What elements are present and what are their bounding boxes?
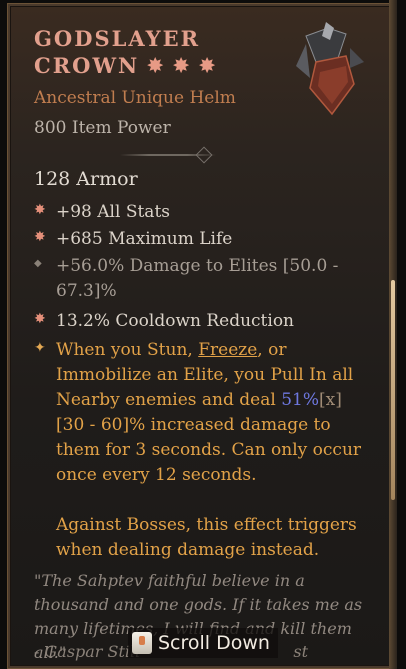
item-name-line2: CROWN: [34, 53, 140, 78]
stat-row: ✸ 13.2% Cooldown Reduction: [34, 309, 294, 334]
item-tooltip: GODSLAYER CROWN ✸ ✸ ✸ Ancestral Unique H…: [8, 4, 392, 668]
divider-diamond-icon: [195, 146, 213, 164]
scroll-down-hint[interactable]: Scroll Down: [128, 628, 278, 658]
mouse-scroll-icon: [132, 632, 152, 654]
item-name-line1: GODSLAYER: [34, 26, 201, 51]
stat-text: +98 All Stats: [56, 202, 171, 222]
unique-value: 51%: [281, 390, 319, 410]
stat-text: 13.2% Cooldown Reduction: [56, 311, 295, 331]
unique-star-bullet-icon: ✸: [34, 202, 46, 218]
item-name-line2-row: CROWN ✸ ✸ ✸: [34, 53, 217, 78]
helm-item-icon: [296, 22, 364, 116]
title-star-icon: ✸: [173, 54, 192, 77]
unique-power-block: ✦ When you Stun, Freeze, or Immobilize a…: [34, 338, 374, 563]
stat-row: ◆ +56.0% Damage to Elites [50.0 - 67.3]%: [34, 254, 344, 304]
item-type-subtitle: Ancestral Unique Helm: [34, 88, 236, 108]
item-power: 800 Item Power: [34, 118, 171, 138]
freeze-keyword-link[interactable]: Freeze: [198, 340, 257, 360]
unique-power-boss-text: Against Bosses, this effect triggers whe…: [56, 515, 357, 560]
unique-power-bullet-icon: ✦: [34, 340, 46, 356]
title-star-icon: ✸: [199, 54, 218, 77]
title-star-icon: ✸: [147, 54, 166, 77]
stat-text: +685 Maximum Life: [56, 229, 233, 249]
unique-star-bullet-icon: ✸: [34, 311, 46, 327]
unique-star-bullet-icon: ✸: [34, 229, 46, 245]
stat-row: ✸ +685 Maximum Life: [34, 227, 232, 252]
armor-value: 128 Armor: [34, 168, 138, 190]
stat-text: +56.0% Damage to Elites [50.0 - 67.3]%: [56, 256, 339, 301]
diamond-bullet-icon: ◆: [34, 258, 42, 269]
scroll-down-label: Scroll Down: [158, 632, 270, 654]
tooltip-scrollbar[interactable]: [389, 0, 397, 669]
multiplier-tag: [x]: [319, 390, 342, 410]
stat-row: ✸ +98 All Stats: [34, 200, 170, 225]
unique-power-text: When you Stun, Freeze, or Immobilize an …: [56, 340, 362, 560]
